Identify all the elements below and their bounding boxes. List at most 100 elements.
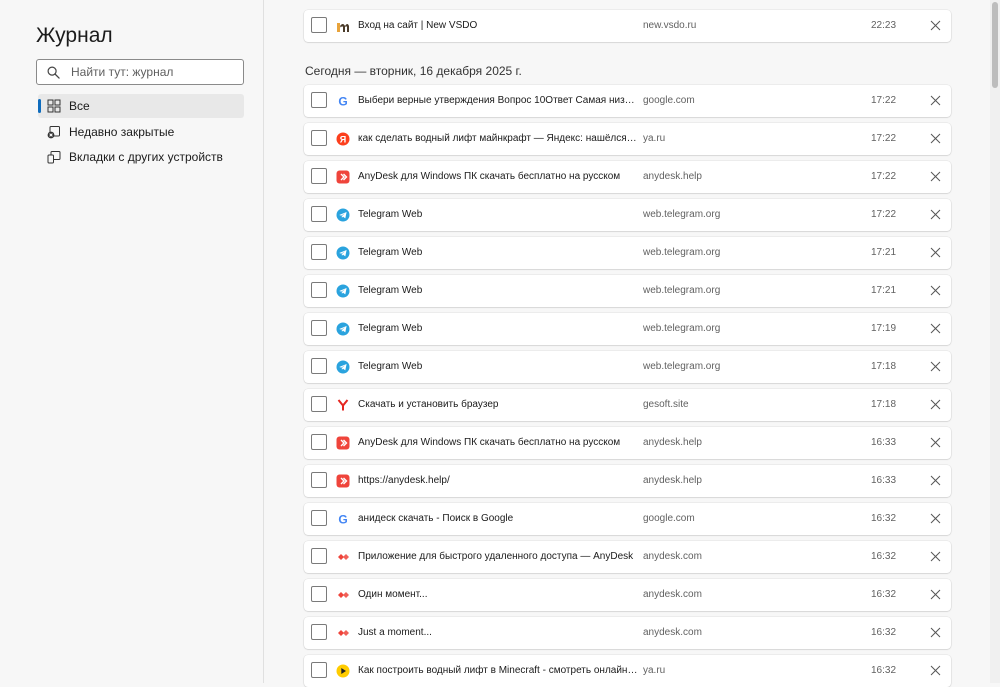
entry-domain: anydesk.com xyxy=(643,589,702,600)
yandex-browser-favicon xyxy=(337,399,349,411)
close-icon[interactable] xyxy=(930,627,941,638)
search-input[interactable] xyxy=(71,63,236,81)
entry-time: 17:22 xyxy=(871,133,897,144)
history-entry[interactable]: https://anydesk.help/ anydesk.help 16:33 xyxy=(304,465,951,497)
close-icon[interactable] xyxy=(930,171,941,182)
select-checkbox[interactable] xyxy=(311,320,327,336)
close-icon[interactable] xyxy=(930,551,941,562)
entry-time: 16:32 xyxy=(871,513,897,524)
entry-domain: anydesk.help xyxy=(643,171,702,182)
close-icon[interactable] xyxy=(930,513,941,524)
select-checkbox[interactable] xyxy=(311,624,327,640)
select-checkbox[interactable] xyxy=(311,586,327,602)
select-checkbox[interactable] xyxy=(311,548,327,564)
sidebar-item-label: Недавно закрытые xyxy=(69,125,175,139)
select-checkbox[interactable] xyxy=(311,662,327,678)
sidebar-item-label: Все xyxy=(69,99,90,113)
history-entry[interactable]: Один момент... anydesk.com 16:32 xyxy=(304,579,951,611)
entry-domain: anydesk.help xyxy=(643,437,702,448)
yandex-video-favicon xyxy=(336,664,350,678)
entry-domain: google.com xyxy=(643,95,695,106)
history-entry[interactable]: Как построить водный лифт в Minecraft - … xyxy=(304,655,951,687)
search-box[interactable] xyxy=(36,59,244,85)
entry-time: 16:32 xyxy=(871,589,897,600)
history-entry[interactable]: G Выбери верные утверждения Вопрос 10Отв… xyxy=(304,85,951,117)
active-indicator xyxy=(38,99,41,113)
scrollbar[interactable] xyxy=(990,0,1000,683)
telegram-favicon xyxy=(336,322,350,336)
entry-title: Выбери верные утверждения Вопрос 10Ответ… xyxy=(358,95,638,106)
anydesk-help-favicon xyxy=(336,474,350,488)
entry-time: 17:22 xyxy=(871,95,897,106)
telegram-favicon xyxy=(336,360,350,374)
close-icon[interactable] xyxy=(930,399,941,410)
entry-title: Telegram Web xyxy=(358,323,423,334)
entry-title: Как построить водный лифт в Minecraft - … xyxy=(358,665,638,676)
entry-title: Telegram Web xyxy=(358,247,423,258)
select-checkbox[interactable] xyxy=(311,282,327,298)
sidebar-item-all[interactable]: Все xyxy=(38,94,244,118)
sidebar-item-recently-closed[interactable]: Недавно закрытые xyxy=(38,120,244,144)
history-entry[interactable]: Скачать и установить браузер gesoft.site… xyxy=(304,389,951,421)
select-checkbox[interactable] xyxy=(311,472,327,488)
select-checkbox[interactable] xyxy=(311,206,327,222)
select-checkbox[interactable] xyxy=(311,434,327,450)
close-icon[interactable] xyxy=(930,20,941,31)
entry-title: Telegram Web xyxy=(358,285,423,296)
select-checkbox[interactable] xyxy=(311,396,327,412)
entry-time: 16:32 xyxy=(871,627,897,638)
select-checkbox[interactable] xyxy=(311,168,327,184)
history-entry[interactable]: Telegram Web web.telegram.org 17:19 xyxy=(304,313,951,345)
entry-time: 17:19 xyxy=(871,323,897,334)
history-entry[interactable]: Telegram Web web.telegram.org 17:21 xyxy=(304,237,951,269)
recently-closed-icon xyxy=(47,126,60,139)
grid-icon xyxy=(47,99,61,113)
entry-domain: anydesk.com xyxy=(643,551,702,562)
entry-title: Telegram Web xyxy=(358,209,423,220)
close-icon[interactable] xyxy=(930,437,941,448)
google-favicon: G xyxy=(338,513,347,527)
sidebar-item-other-devices[interactable]: Вкладки с других устройств xyxy=(38,145,244,169)
history-entry[interactable]: AnyDesk для Windows ПК скачать бесплатно… xyxy=(304,161,951,193)
close-icon[interactable] xyxy=(930,475,941,486)
history-entry[interactable]: Вход на сайт | New VSDO new.vsdo.ru 22:2… xyxy=(304,10,951,42)
telegram-favicon xyxy=(336,208,350,222)
entry-title: Just a moment... xyxy=(358,627,432,638)
close-icon[interactable] xyxy=(930,247,941,258)
select-checkbox[interactable] xyxy=(311,92,327,108)
entry-title: Скачать и установить браузер xyxy=(358,399,499,410)
history-entry[interactable]: Приложение для быстрого удаленного досту… xyxy=(304,541,951,573)
close-icon[interactable] xyxy=(930,285,941,296)
entry-title: AnyDesk для Windows ПК скачать бесплатно… xyxy=(358,171,621,182)
history-entry[interactable]: AnyDesk для Windows ПК скачать бесплатно… xyxy=(304,427,951,459)
telegram-favicon xyxy=(336,246,350,260)
close-icon[interactable] xyxy=(930,589,941,600)
google-favicon: G xyxy=(338,95,347,109)
close-icon[interactable] xyxy=(930,361,941,372)
entry-time: 17:18 xyxy=(871,361,897,372)
select-checkbox[interactable] xyxy=(311,130,327,146)
history-entry[interactable]: Just a moment... anydesk.com 16:32 xyxy=(304,617,951,649)
telegram-favicon xyxy=(336,284,350,298)
close-icon[interactable] xyxy=(930,133,941,144)
close-icon[interactable] xyxy=(930,209,941,220)
close-icon[interactable] xyxy=(930,665,941,676)
close-icon[interactable] xyxy=(930,95,941,106)
history-entry[interactable]: Я как сделать водный лифт майнкрафт — Ян… xyxy=(304,123,951,155)
history-entry[interactable]: G анидеск скачать - Поиск в Google googl… xyxy=(304,503,951,535)
scrollbar-thumb[interactable] xyxy=(992,2,998,88)
select-checkbox[interactable] xyxy=(311,510,327,526)
select-checkbox[interactable] xyxy=(311,358,327,374)
select-checkbox[interactable] xyxy=(311,17,327,33)
history-entry[interactable]: Telegram Web web.telegram.org 17:18 xyxy=(304,351,951,383)
sidebar: Журнал Все Недавно закрытые В xyxy=(0,0,264,683)
history-entry[interactable]: Telegram Web web.telegram.org 17:21 xyxy=(304,275,951,307)
devices-tabs-icon xyxy=(47,151,61,164)
entry-domain: web.telegram.org xyxy=(643,361,721,372)
history-entry[interactable]: Telegram Web web.telegram.org 17:22 xyxy=(304,199,951,231)
entry-domain: anydesk.help xyxy=(643,475,702,486)
entry-domain: ya.ru xyxy=(643,665,666,676)
close-icon[interactable] xyxy=(930,323,941,334)
select-checkbox[interactable] xyxy=(311,244,327,260)
svg-text:Я: Я xyxy=(340,135,346,145)
